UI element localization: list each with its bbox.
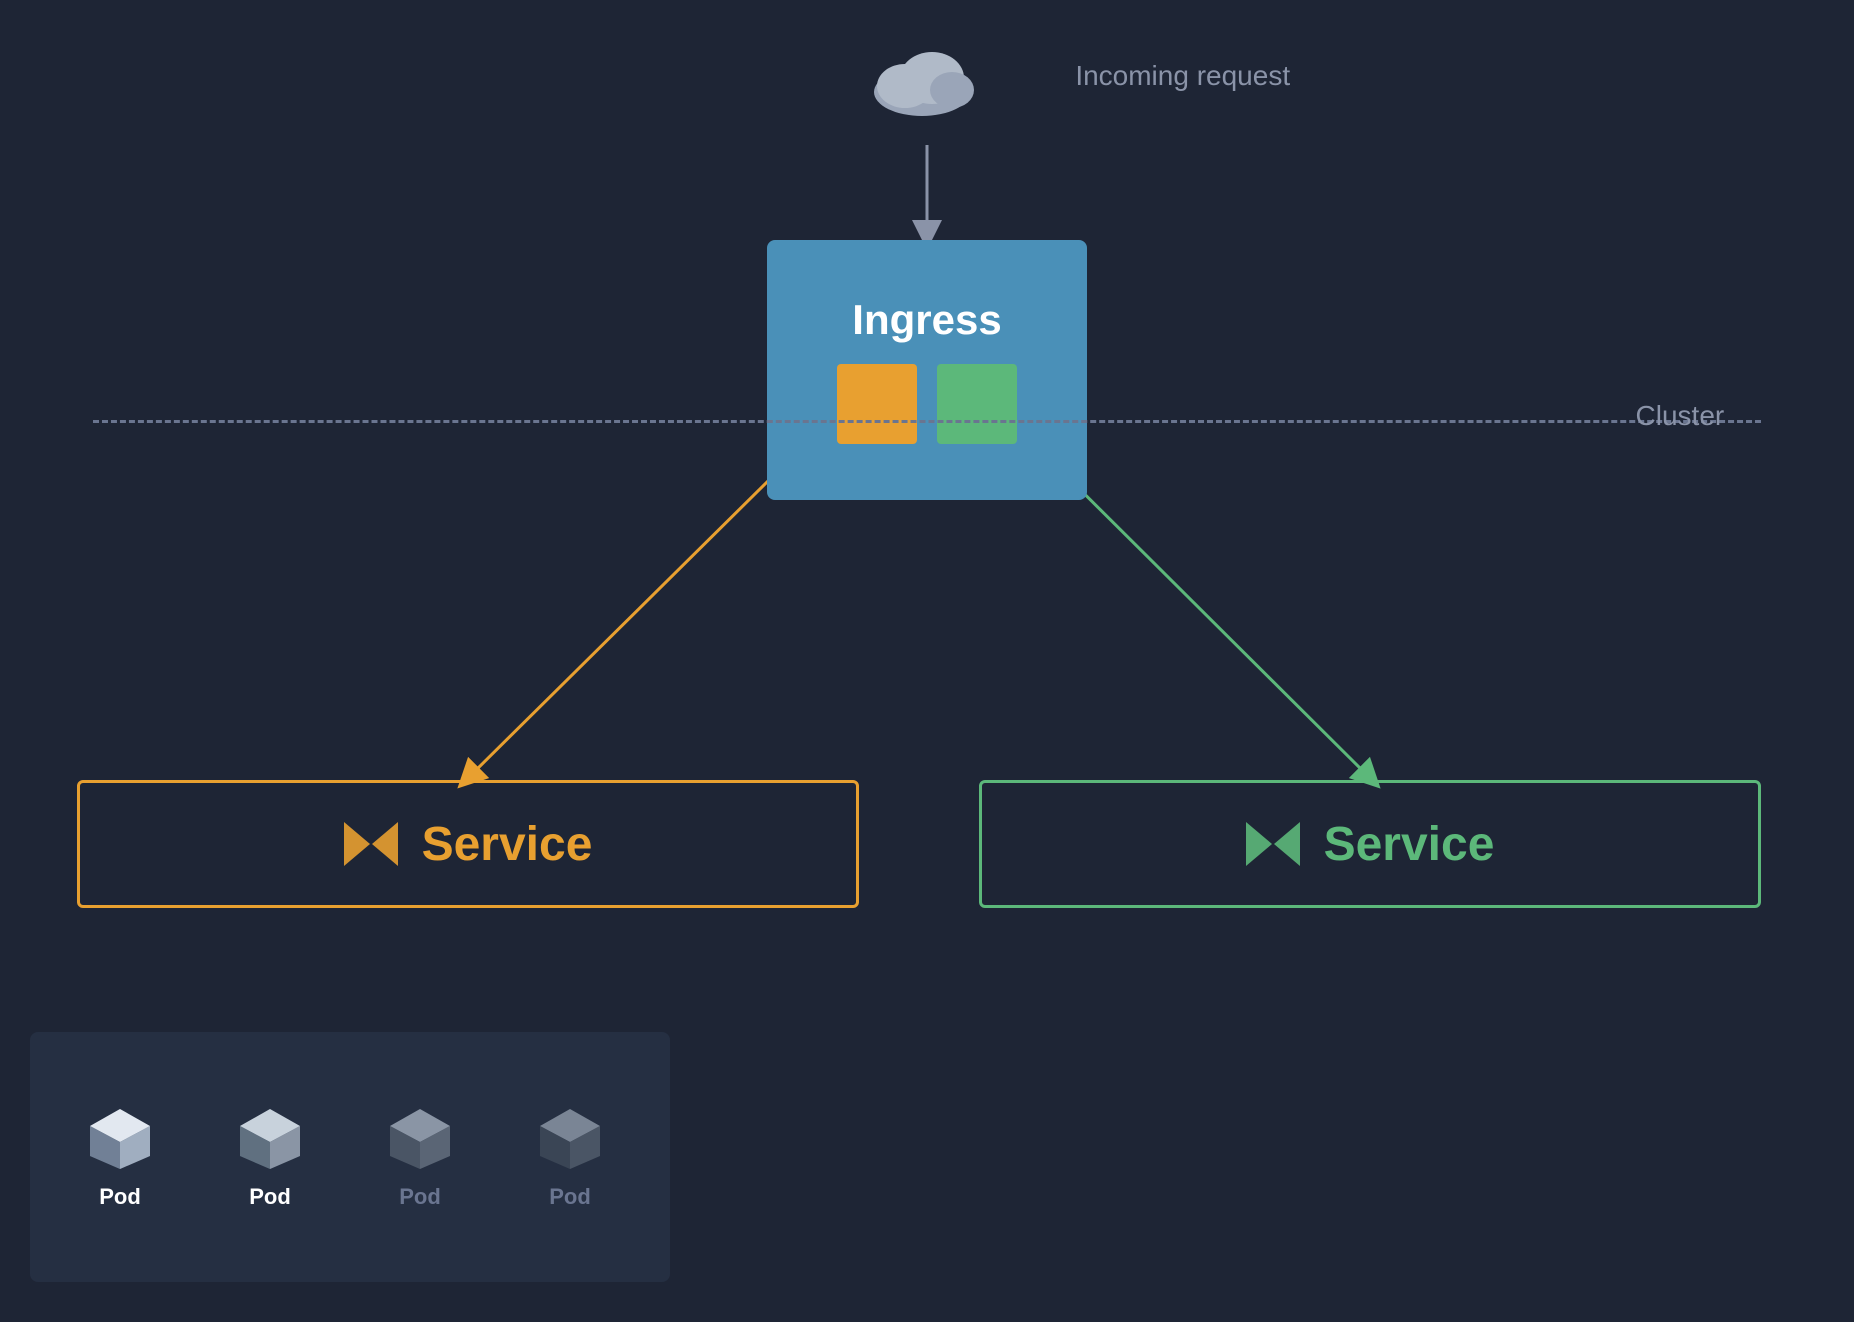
pod-icon-3: [385, 1104, 455, 1174]
pod-label-2: Pod: [249, 1184, 291, 1210]
pod-item-4: Pod: [510, 1104, 630, 1210]
ingress-icons-row: [837, 364, 1017, 444]
pod-icon-1: [85, 1104, 155, 1174]
cluster-label: Cluster: [1636, 400, 1725, 432]
cloud-icon: [867, 40, 987, 120]
pod-section: Pod Pod Pod: [30, 1032, 670, 1282]
ingress-box: Ingress: [767, 240, 1087, 500]
cluster-boundary-line: [93, 420, 1762, 423]
service-orange-box: Service: [77, 780, 859, 908]
ingress-icon-orange: [837, 364, 917, 444]
pod-item-2: Pod: [210, 1104, 330, 1210]
service-green-icon: [1246, 822, 1300, 866]
incoming-request-label: Incoming request: [1075, 60, 1290, 92]
service-orange-label: Service: [422, 817, 593, 872]
pod-item-3: Pod: [360, 1104, 480, 1210]
service-green-box: Service: [979, 780, 1761, 908]
pod-icon-2: [235, 1104, 305, 1174]
pod-label-1: Pod: [99, 1184, 141, 1210]
pod-label-4: Pod: [549, 1184, 591, 1210]
pod-label-3: Pod: [399, 1184, 441, 1210]
ingress-icon-green: [937, 364, 1017, 444]
pod-icon-4: [535, 1104, 605, 1174]
service-green-label: Service: [1324, 817, 1495, 872]
service-orange-icon: [344, 822, 398, 866]
pod-item-1: Pod: [60, 1104, 180, 1210]
ingress-title: Ingress: [852, 296, 1001, 344]
diagram-container: Incoming request Ingress Cluster Service…: [0, 0, 1854, 1322]
